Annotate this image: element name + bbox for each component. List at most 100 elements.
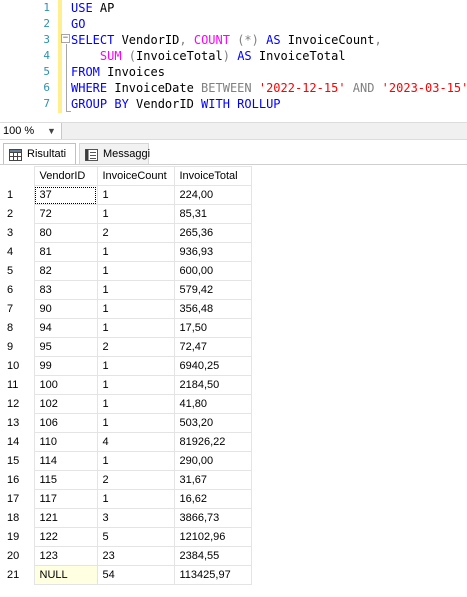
cell-invoicecount[interactable]: 1 xyxy=(96,280,175,300)
row-number[interactable]: 13 xyxy=(0,413,35,433)
cell-invoicetotal[interactable]: 6940,25 xyxy=(173,356,252,376)
cell-invoicecount[interactable]: 1 xyxy=(96,242,175,262)
cell-vendorid[interactable]: 94 xyxy=(33,318,98,338)
cell-invoicecount[interactable]: 2 xyxy=(96,223,175,243)
row-number[interactable]: 16 xyxy=(0,470,35,490)
cell-invoicecount[interactable]: 54 xyxy=(96,565,175,585)
code-line[interactable]: WHERE InvoiceDate BETWEEN '2022-12-15' A… xyxy=(71,80,467,96)
row-number[interactable]: 4 xyxy=(0,242,35,262)
row-number[interactable]: 6 xyxy=(0,280,35,300)
cell-invoicecount[interactable]: 1 xyxy=(96,261,175,281)
cell-vendorid[interactable]: 117 xyxy=(33,489,98,509)
cell-invoicetotal[interactable]: 41,80 xyxy=(173,394,252,414)
row-number[interactable]: 11 xyxy=(0,375,35,395)
row-number[interactable]: 15 xyxy=(0,451,35,471)
cell-vendorid[interactable]: 123 xyxy=(33,546,98,566)
cell-invoicecount[interactable]: 2 xyxy=(96,337,175,357)
code-line[interactable]: FROM Invoices xyxy=(71,64,165,80)
cell-vendorid[interactable]: 82 xyxy=(33,261,98,281)
code-line[interactable]: GROUP BY VendorID WITH ROLLUP xyxy=(71,96,281,112)
column-header-vendorid[interactable]: VendorID xyxy=(33,166,98,186)
cell-invoicetotal[interactable]: 936,93 xyxy=(173,242,252,262)
row-number[interactable]: 7 xyxy=(0,299,35,319)
table-row[interactable]: 17 117 1 16,62 xyxy=(0,489,252,509)
cell-invoicecount[interactable]: 3 xyxy=(96,508,175,528)
row-number[interactable]: 21 xyxy=(0,565,35,585)
cell-invoicetotal[interactable]: 3866,73 xyxy=(173,508,252,528)
cell-vendorid[interactable]: 102 xyxy=(33,394,98,414)
cell-invoicecount[interactable]: 1 xyxy=(96,185,175,205)
table-row[interactable]: 5 82 1 600,00 xyxy=(0,261,252,281)
table-row[interactable]: 16 115 2 31,67 xyxy=(0,470,252,490)
cell-invoicetotal[interactable]: 2184,50 xyxy=(173,375,252,395)
query-editor[interactable]: 1 2 3 4 5 6 7 − USE AP GO SELECT VendorI… xyxy=(0,0,467,116)
row-number[interactable]: 1 xyxy=(0,185,35,205)
cell-invoicetotal[interactable]: 224,00 xyxy=(173,185,252,205)
cell-invoicetotal[interactable]: 16,62 xyxy=(173,489,252,509)
table-row[interactable]: 20 123 23 2384,55 xyxy=(0,546,252,566)
cell-vendorid[interactable]: 114 xyxy=(33,451,98,471)
row-number[interactable]: 8 xyxy=(0,318,35,338)
cell-vendorid[interactable]: 72 xyxy=(33,204,98,224)
cell-invoicetotal[interactable]: 81926,22 xyxy=(173,432,252,452)
column-header-invoicetotal[interactable]: InvoiceTotal xyxy=(173,166,252,186)
cell-vendorid[interactable]: 100 xyxy=(33,375,98,395)
cell-invoicetotal[interactable]: 356,48 xyxy=(173,299,252,319)
row-number[interactable]: 18 xyxy=(0,508,35,528)
cell-vendorid[interactable]: 99 xyxy=(33,356,98,376)
row-number[interactable]: 5 xyxy=(0,261,35,281)
cell-vendorid[interactable]: 80 xyxy=(33,223,98,243)
code-line[interactable]: USE AP xyxy=(71,0,114,16)
cell-invoicetotal[interactable]: 2384,55 xyxy=(173,546,252,566)
cell-invoicecount[interactable]: 4 xyxy=(96,432,175,452)
cell-invoicecount[interactable]: 1 xyxy=(96,413,175,433)
table-row[interactable]: 10 99 1 6940,25 xyxy=(0,356,252,376)
cell-vendorid[interactable]: 106 xyxy=(33,413,98,433)
cell-invoicetotal[interactable]: 503,20 xyxy=(173,413,252,433)
table-row[interactable]: 21 NULL 54 113425,97 xyxy=(0,565,252,585)
code-line[interactable]: SUM (InvoiceTotal) AS InvoiceTotal xyxy=(71,48,346,64)
cell-invoicecount[interactable]: 23 xyxy=(96,546,175,566)
cell-invoicetotal[interactable]: 113425,97 xyxy=(173,565,252,585)
cell-vendorid[interactable]: 121 xyxy=(33,508,98,528)
table-row[interactable]: 15 114 1 290,00 xyxy=(0,451,252,471)
cell-vendorid[interactable]: 95 xyxy=(33,337,98,357)
cell-invoicecount[interactable]: 2 xyxy=(96,470,175,490)
table-row[interactable]: 4 81 1 936,93 xyxy=(0,242,252,262)
cell-invoicetotal[interactable]: 290,00 xyxy=(173,451,252,471)
tab-results[interactable]: Risultati xyxy=(3,143,76,164)
cell-invoicetotal[interactable]: 17,50 xyxy=(173,318,252,338)
table-row[interactable]: 14 110 4 81926,22 xyxy=(0,432,252,452)
cell-invoicecount[interactable]: 1 xyxy=(96,451,175,471)
cell-invoicecount[interactable]: 1 xyxy=(96,318,175,338)
cell-invoicetotal[interactable]: 600,00 xyxy=(173,261,252,281)
zoom-dropdown[interactable]: 100 % ▼ xyxy=(0,123,62,139)
table-row[interactable]: 6 83 1 579,42 xyxy=(0,280,252,300)
row-number-header[interactable] xyxy=(0,166,34,186)
table-row[interactable]: 8 94 1 17,50 xyxy=(0,318,252,338)
cell-vendorid[interactable]: 37 xyxy=(33,185,98,205)
table-row[interactable]: 11 100 1 2184,50 xyxy=(0,375,252,395)
cell-invoicetotal[interactable]: 265,36 xyxy=(173,223,252,243)
table-row[interactable]: 12 102 1 41,80 xyxy=(0,394,252,414)
column-header-invoicecount[interactable]: InvoiceCount xyxy=(96,166,175,186)
collapse-icon[interactable]: − xyxy=(61,34,70,43)
cell-vendorid[interactable]: 115 xyxy=(33,470,98,490)
cell-invoicecount[interactable]: 1 xyxy=(96,204,175,224)
table-row[interactable]: 1 37 1 224,00 xyxy=(0,185,252,205)
table-row[interactable]: 2 72 1 85,31 xyxy=(0,204,252,224)
cell-invoicetotal[interactable]: 85,31 xyxy=(173,204,252,224)
row-number[interactable]: 17 xyxy=(0,489,35,509)
cell-invoicecount[interactable]: 1 xyxy=(96,394,175,414)
row-number[interactable]: 12 xyxy=(0,394,35,414)
cell-invoicecount[interactable]: 1 xyxy=(96,299,175,319)
table-row[interactable]: 7 90 1 356,48 xyxy=(0,299,252,319)
code-line[interactable]: GO xyxy=(71,16,85,32)
cell-invoicecount[interactable]: 1 xyxy=(96,375,175,395)
cell-vendorid[interactable]: 81 xyxy=(33,242,98,262)
row-number[interactable]: 10 xyxy=(0,356,35,376)
cell-vendorid[interactable]: NULL xyxy=(33,565,98,585)
cell-vendorid[interactable]: 83 xyxy=(33,280,98,300)
horizontal-scrollbar[interactable] xyxy=(62,123,467,139)
cell-invoicecount[interactable]: 1 xyxy=(96,489,175,509)
